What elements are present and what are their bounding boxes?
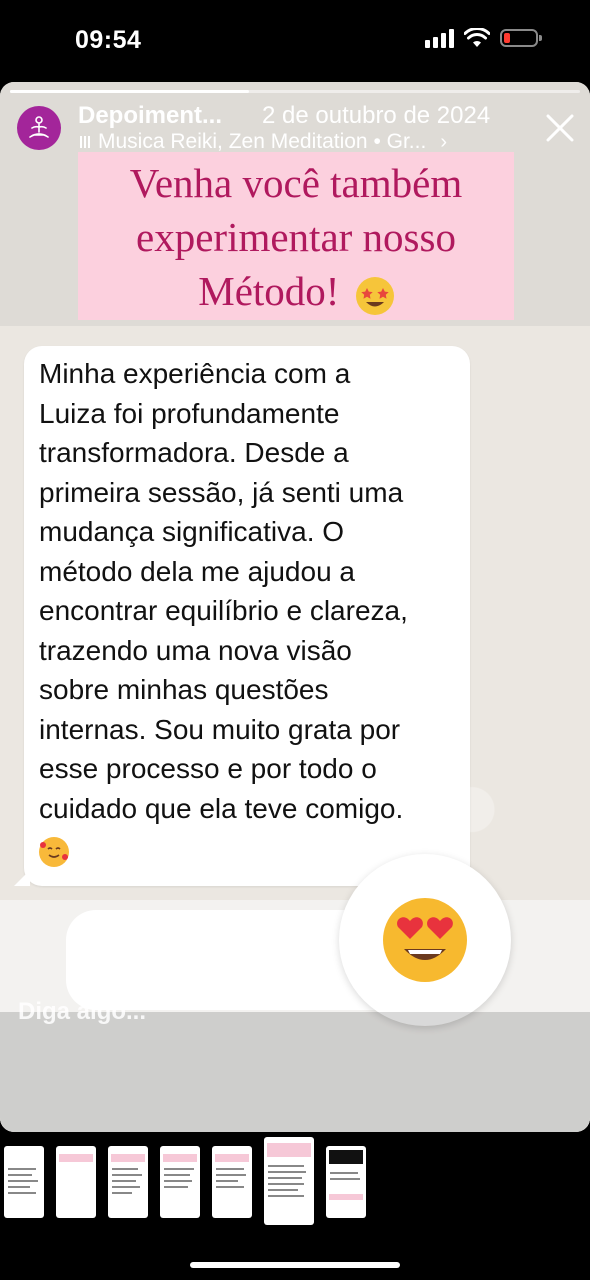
testimonial-line: método dela me ajudou a [39, 555, 355, 587]
star-struck-emoji [355, 276, 394, 315]
battery-icon [500, 29, 542, 47]
testimonial-line: transformadora. Desde a [39, 437, 349, 468]
status-time: 09:54 [75, 26, 142, 54]
story-viewer[interactable]: Depoiment... 2 de outubro de 2024 Musica… [0, 82, 590, 1132]
testimonial-line: cuidado que ela teve comigo. [39, 792, 404, 824]
story-thumbnail-active[interactable] [264, 1137, 314, 1225]
status-icons [425, 28, 542, 48]
testimonial-line: trazendo uma nova visão [39, 634, 352, 666]
post-date: 2 de outubro de 2024 [262, 102, 491, 129]
story-thumbnail[interactable] [108, 1146, 148, 1218]
testimonial-line: internas. Sou muito grata por [39, 713, 401, 745]
headline-line: experimentar nosso [136, 214, 456, 260]
testimonial-line: sobre minhas questões [39, 674, 329, 705]
testimonial-line: Luiza foi profundamente [39, 397, 340, 429]
close-icon[interactable] [542, 110, 578, 146]
headline-banner: Venha você também experimentar nosso Mét… [78, 152, 514, 320]
cellular-signal-icon [425, 28, 454, 48]
home-indicator[interactable] [190, 1262, 400, 1268]
account-name[interactable]: Depoiment... [78, 102, 248, 130]
testimonial-line: primeira sessão, já senti uma [39, 476, 404, 508]
headline-line: Método! [198, 268, 340, 314]
story-thumbnail[interactable] [56, 1146, 96, 1218]
testimonial-line: esse processo e por todo o [39, 753, 377, 784]
music-bars-icon [80, 135, 90, 149]
heart-eyes-emoji[interactable] [339, 854, 511, 1026]
chevron-right-icon: › [440, 130, 447, 153]
reply-input[interactable]: Diga algo... [18, 998, 146, 1026]
reply-area [0, 1012, 590, 1132]
story-progress-bar [10, 90, 580, 93]
smiling-face-with-hearts-emoji [39, 836, 69, 867]
testimonial-line: Minha experiência com a [39, 358, 351, 389]
status-bar: 09:54 [0, 0, 590, 80]
wifi-icon [464, 28, 490, 47]
testimonial-line: mudança significativa. O [39, 516, 345, 547]
story-thumbnail[interactable] [4, 1146, 44, 1218]
story-thumbnail[interactable] [160, 1146, 200, 1218]
music-title: Musica Reiki, Zen Meditation • Gr... [98, 130, 427, 153]
headline-line: Venha você também [129, 160, 463, 206]
testimonial-line: encontrar equilíbrio e clareza, [39, 595, 408, 626]
story-header: Depoiment... 2 de outubro de 2024 Musica… [0, 100, 590, 160]
music-label[interactable]: Musica Reiki, Zen Meditation • Gr... › [80, 130, 447, 154]
story-thumbnails [0, 1137, 590, 1230]
story-thumbnail[interactable] [326, 1146, 366, 1218]
meditation-icon[interactable] [17, 106, 61, 150]
story-thumbnail[interactable] [212, 1146, 252, 1218]
testimonial-bubble: Minha experiência com a Luiza foi profun… [14, 346, 470, 886]
